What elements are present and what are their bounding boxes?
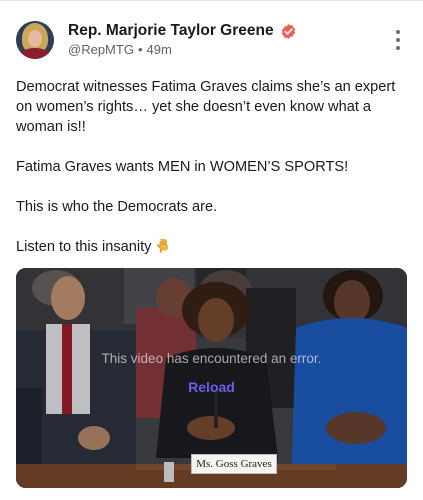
post-header: Rep. Marjorie Taylor Greene @RepMTG • 49… — [16, 18, 408, 62]
top-divider — [0, 0, 423, 1]
author-handle[interactable]: @RepMTG — [68, 42, 134, 57]
post-paragraph: Fatima Graves wants MEN in WOMEN’S SPORT… — [16, 159, 349, 175]
post-paragraph: This is who the Democrats are. — [16, 199, 218, 215]
meta-separator: • — [137, 42, 143, 57]
reload-button[interactable]: Reload — [16, 379, 407, 395]
post-paragraph-text: Listen to this insanity — [16, 239, 152, 255]
video-player[interactable]: This video has encountered an error. Rel… — [16, 268, 407, 488]
video-error-message: This video has encountered an error. — [101, 351, 322, 366]
author-name-row: Rep. Marjorie Taylor Greene — [68, 20, 297, 42]
pointing-down-hand-emoji — [156, 239, 168, 253]
post-paragraph: Democrat witnesses Fatima Graves claims … — [16, 79, 396, 135]
post-paragraph-last: Listen to this insanity — [16, 237, 408, 257]
nameplate: Ms. Goss Graves — [191, 454, 277, 474]
more-vertical-icon[interactable] — [394, 30, 402, 50]
avatar[interactable] — [16, 21, 54, 59]
post-text: Democrat witnesses Fatima Graves claims … — [16, 77, 408, 257]
author-display-name[interactable]: Rep. Marjorie Taylor Greene — [68, 22, 274, 40]
post-timestamp[interactable]: 49m — [147, 42, 172, 57]
author-meta: @RepMTG • 49m — [68, 42, 172, 57]
verified-badge-icon — [281, 23, 295, 39]
